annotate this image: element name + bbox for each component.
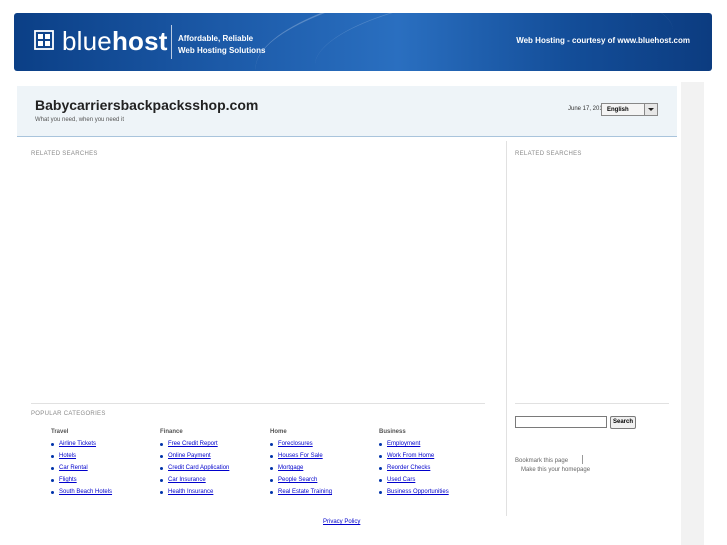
category-link[interactable]: Car Rental bbox=[59, 465, 88, 471]
category-title: Finance bbox=[160, 429, 183, 435]
bullet-icon bbox=[270, 479, 273, 482]
bullet-icon bbox=[51, 467, 54, 470]
bluehost-grid-icon bbox=[34, 30, 54, 50]
bullet-icon bbox=[51, 479, 54, 482]
category-link[interactable]: Used Cars bbox=[387, 477, 415, 483]
list-item: Real Estate Training bbox=[250, 486, 360, 498]
bullet-icon bbox=[51, 443, 54, 446]
list-item: Foreclosures bbox=[250, 438, 360, 450]
list-item: Mortgage bbox=[250, 462, 360, 474]
tagline-line-1: Affordable, Reliable bbox=[178, 34, 254, 43]
bullet-icon bbox=[160, 443, 163, 446]
bullet-icon bbox=[160, 455, 163, 458]
category-link[interactable]: Houses For Sale bbox=[278, 453, 323, 459]
bookmark-link[interactable]: Bookmark this page bbox=[515, 458, 568, 464]
date-text: June 17, 2011 bbox=[568, 106, 606, 112]
bullet-icon bbox=[379, 479, 382, 482]
bullet-icon bbox=[160, 467, 163, 470]
category-link[interactable]: Car Insurance bbox=[168, 477, 206, 483]
category-link[interactable]: Mortgage bbox=[278, 465, 303, 471]
list-item: Health Insurance bbox=[140, 486, 250, 498]
category-link[interactable]: Credit Card Application bbox=[168, 465, 229, 471]
tagline-line-2: Web Hosting Solutions bbox=[178, 46, 266, 55]
category-title: Travel bbox=[51, 429, 69, 435]
category-title: Home bbox=[270, 429, 287, 435]
popular-categories-label: POPULAR CATEGORIES bbox=[31, 411, 106, 417]
category-title: Business bbox=[379, 429, 406, 435]
category-link[interactable]: Work From Home bbox=[387, 453, 434, 459]
category-link[interactable]: Health Insurance bbox=[168, 489, 213, 495]
bookmark-separator bbox=[582, 455, 583, 464]
bullet-icon bbox=[51, 455, 54, 458]
language-select[interactable]: English bbox=[601, 103, 658, 116]
popular-divider bbox=[31, 403, 485, 404]
list-item: Car Rental bbox=[31, 462, 141, 474]
category-travel: Travel Airline Tickets Hotels Car Rental… bbox=[31, 429, 141, 498]
category-link[interactable]: South Beach Hotels bbox=[59, 489, 112, 495]
bullet-icon bbox=[51, 491, 54, 494]
bluehost-logo[interactable]: bluehost bbox=[62, 26, 168, 57]
category-link[interactable]: Reorder Checks bbox=[387, 465, 430, 471]
list-item: Business Opportunities bbox=[359, 486, 469, 498]
category-link[interactable]: Online Payment bbox=[168, 453, 211, 459]
bullet-icon bbox=[379, 491, 382, 494]
list-item: Free Credit Report bbox=[140, 438, 250, 450]
category-link[interactable]: Free Credit Report bbox=[168, 441, 218, 447]
site-subtitle: What you need, when you need it bbox=[35, 117, 125, 123]
chevron-down-icon[interactable] bbox=[644, 104, 657, 115]
search-input[interactable] bbox=[515, 416, 607, 428]
list-item: Credit Card Application bbox=[140, 462, 250, 474]
banner-tagline: Affordable, Reliable Web Hosting Solutio… bbox=[178, 33, 265, 57]
logo-suffix: host bbox=[111, 26, 168, 56]
bullet-icon bbox=[379, 467, 382, 470]
related-searches-label: RELATED SEARCHES bbox=[31, 151, 98, 157]
list-item: Flights bbox=[31, 474, 141, 486]
bullet-icon bbox=[379, 443, 382, 446]
bluehost-banner[interactable]: bluehost Affordable, Reliable Web Hostin… bbox=[14, 13, 712, 71]
list-item: Hotels bbox=[31, 450, 141, 462]
list-item: Employment bbox=[359, 438, 469, 450]
site-header: Babycarriersbackpacksshop.com What you n… bbox=[17, 86, 677, 137]
courtesy-link[interactable]: Web Hosting - courtesy of www.bluehost.c… bbox=[516, 36, 690, 45]
list-item: Airline Tickets bbox=[31, 438, 141, 450]
bullet-icon bbox=[270, 467, 273, 470]
category-business: Business Employment Work From Home Reord… bbox=[359, 429, 469, 498]
right-scroll-strip bbox=[681, 82, 704, 545]
category-link[interactable]: People Search bbox=[278, 477, 317, 483]
homepage-link[interactable]: Make this your homepage bbox=[521, 467, 590, 473]
category-link[interactable]: Business Opportunities bbox=[387, 489, 449, 495]
sidebar-related-searches-label: RELATED SEARCHES bbox=[515, 151, 582, 157]
language-value: English bbox=[607, 107, 629, 113]
column-divider bbox=[506, 141, 507, 516]
bullet-icon bbox=[270, 491, 273, 494]
bullet-icon bbox=[270, 443, 273, 446]
category-home: Home Foreclosures Houses For Sale Mortga… bbox=[250, 429, 360, 498]
list-item: Used Cars bbox=[359, 474, 469, 486]
bullet-icon bbox=[379, 455, 382, 458]
category-link[interactable]: Real Estate Training bbox=[278, 489, 332, 495]
list-item: Work From Home bbox=[359, 450, 469, 462]
bullet-icon bbox=[160, 479, 163, 482]
list-item: Houses For Sale bbox=[250, 450, 360, 462]
category-link[interactable]: Flights bbox=[59, 477, 77, 483]
category-finance: Finance Free Credit Report Online Paymen… bbox=[140, 429, 250, 498]
list-item: Online Payment bbox=[140, 450, 250, 462]
list-item: Car Insurance bbox=[140, 474, 250, 486]
category-link[interactable]: Foreclosures bbox=[278, 441, 313, 447]
category-link[interactable]: Employment bbox=[387, 441, 420, 447]
site-title: Babycarriersbackpacksshop.com bbox=[35, 97, 259, 113]
privacy-policy-link[interactable]: Privacy Policy bbox=[323, 519, 360, 525]
list-item: South Beach Hotels bbox=[31, 486, 141, 498]
bullet-icon bbox=[270, 455, 273, 458]
sidebar-divider bbox=[515, 403, 669, 404]
search-button[interactable]: Search bbox=[610, 416, 636, 429]
list-item: People Search bbox=[250, 474, 360, 486]
category-link[interactable]: Airline Tickets bbox=[59, 441, 96, 447]
category-link[interactable]: Hotels bbox=[59, 453, 76, 459]
list-item: Reorder Checks bbox=[359, 462, 469, 474]
logo-divider bbox=[171, 25, 172, 59]
bullet-icon bbox=[160, 491, 163, 494]
logo-prefix: blue bbox=[62, 26, 112, 56]
